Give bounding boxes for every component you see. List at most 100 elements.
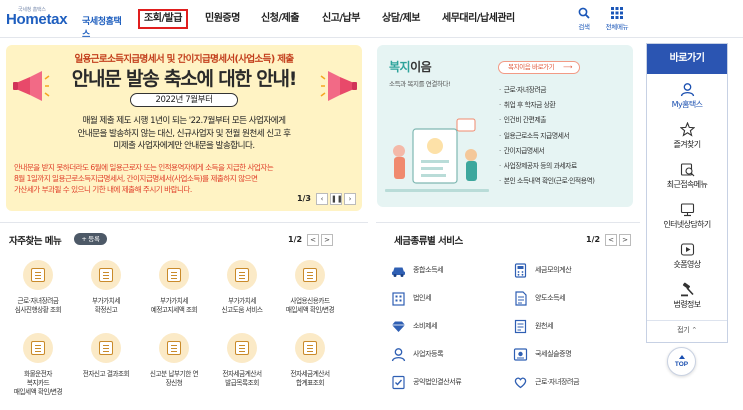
tax-service-item[interactable]: 원천세 [513, 318, 554, 334]
chevron-up-icon: ⌃ [691, 326, 697, 334]
tax-service-item[interactable]: 법인세 [391, 290, 432, 306]
tax-service-label: 법인세 [413, 294, 432, 302]
tax-service-item[interactable]: 국세실슬증명 [513, 346, 572, 362]
tax-service-item[interactable]: 양도소득세 [513, 290, 566, 306]
favorite-menu-item[interactable]: 전자세금계산서 발급목록조회 [208, 333, 276, 388]
favorite-menu-label: 전자세금계산서 발급목록조회 [222, 370, 262, 387]
quick-fold-button[interactable]: 접기 ⌃ [647, 320, 727, 338]
top-header: 국세청 홈택스 Hometax 국세청홈택스 조회/발급 민원증명 신청/제출 … [0, 0, 743, 40]
tax-services-next-button[interactable]: > [619, 233, 632, 246]
favorite-menu-label: 부가가치세 확정신고 [91, 297, 121, 314]
card-icon [295, 260, 325, 290]
favorite-menu-item[interactable]: 근로·자녀장려금 심사진행상황 조회 [4, 260, 72, 315]
quick-my-hometax-label: My홈택스 [671, 100, 703, 109]
banner-next-button[interactable]: › [344, 192, 356, 205]
tax-service-item[interactable]: 근로·자녀장려금 [513, 374, 580, 390]
search-icon [578, 7, 590, 19]
tax-type-services-section: 세금종류별 서비스 1/2 < > 종합소득세 세금모의계산 법인세 양도소득세… [376, 222, 640, 410]
nav-tax-agent[interactable]: 세무대리/납세관리 [442, 9, 515, 29]
welfare-link-item[interactable]: 인건비 간편제출 [499, 113, 595, 128]
banner-note: 안내문을 받지 못하더라도 6월에 일용근로자 또는 인적용역자에게 소득을 지… [14, 162, 354, 195]
favorite-menu-label: 부가가치세 신고도움 서비스 [221, 297, 263, 314]
favorite-menu-label: 부가가치세 예정고지세액 조회 [150, 297, 198, 314]
tax-service-item[interactable]: 공익법인결산서류 [391, 374, 462, 390]
tax-services-title: 세금종류별 서비스 [394, 236, 463, 247]
banner-note-line: 8월 1일까지 일용근로소득지급명세서, 간이지급명세서(사업소득)를 제출하지… [14, 174, 258, 183]
scroll-top-button[interactable]: TOP [667, 347, 696, 376]
quick-online-consult[interactable]: 인터넷상담하기 [647, 198, 727, 238]
welfare-shortcut-button[interactable]: 복지이음 바로가기 ⟶ [498, 61, 580, 74]
welfare-link-item[interactable]: 취업 후 학자금 상환 [499, 98, 595, 113]
quick-legal-info[interactable]: 법령정보 [647, 278, 727, 318]
document-icon [91, 333, 121, 363]
quick-favorites[interactable]: 즐겨찾기 [647, 118, 727, 158]
banner-body-line: 매월 제출 제도 시행 1년이 되는 '22.7월부터 모든 사업자에게 [82, 116, 287, 126]
welfare-link-item[interactable]: 일용근로소득 지급명세서 [499, 129, 595, 144]
heart-hand-icon [514, 377, 527, 388]
tax-service-label: 양도소득세 [535, 294, 566, 302]
welfare-link-item[interactable]: 간이지급명세서 [499, 144, 595, 159]
tax-services-pager: 1/2 < > [586, 233, 632, 246]
welfare-link-item[interactable]: 본인 소득내역 확인(근로·인적용역) [499, 174, 595, 189]
notice-banner[interactable]: 일용근로소득지급명세서 및 간이지급명세서(사업소득) 제출 안내문 발송 축소… [6, 45, 362, 211]
recent-search-icon [680, 163, 695, 177]
document-icon [227, 260, 257, 290]
quick-online-consult-label: 인터넷상담하기 [663, 220, 711, 229]
favorites-next-button[interactable]: > [321, 233, 334, 246]
banner-date: 2022년 7월부터 [130, 93, 238, 107]
welfare-link-item[interactable]: 사업장제공자 등의 과세자료 [499, 159, 595, 174]
quick-recent-menu[interactable]: 최근접속메뉴 [647, 158, 727, 198]
tax-services-prev-button[interactable]: < [605, 233, 618, 246]
favorite-menus-section: 자주찾는 메뉴 + 등록 1/2 < > 근로·자녀장려금 심사진행상황 조회 … [0, 222, 368, 410]
quick-shortform-video-label: 숏폼영상 [673, 260, 701, 269]
calendar-icon [159, 333, 189, 363]
nav-civil-certificates[interactable]: 민원증명 [205, 9, 240, 29]
favorite-menu-item[interactable]: 전자세금계산서 합계표조회 [276, 333, 344, 388]
favorite-menu-item[interactable]: 사업용신용카드 매입세액 확인/변경 [276, 260, 344, 315]
all-menu-button[interactable]: 전체메뉴 [600, 4, 634, 34]
hometax-logo[interactable]: 국세청 홈택스 Hometax 국세청홈택스 [6, 6, 128, 40]
tax-services-page-indicator: 1/2 [586, 235, 601, 244]
quick-my-hometax[interactable]: My홈택스 [647, 78, 727, 118]
favorite-menu-label: 신고분 납부기한 연 장신청 [149, 370, 199, 387]
favorite-menu-item[interactable]: 부가가치세 신고도움 서비스 [208, 260, 276, 315]
favorites-register-button[interactable]: + 등록 [74, 233, 107, 245]
quick-links-panel: 바로가기 My홈택스 즐겨찾기 최근접속메뉴 인터넷상담하기 숏폼영상 법령정보… [646, 43, 728, 343]
welfare-shortcut-label: 복지이음 바로가기 [508, 63, 555, 71]
tax-service-item[interactable]: 종합소득세 [391, 262, 444, 278]
search-label: 검색 [578, 23, 590, 31]
tax-service-item[interactable]: 세금모의계산 [513, 262, 572, 278]
car-icon [392, 267, 405, 277]
nav-filing-payment[interactable]: 신고/납부 [322, 9, 360, 29]
grid-menu-icon [611, 7, 623, 19]
welfare-illustration [385, 118, 489, 192]
search-button[interactable]: 검색 [567, 4, 601, 34]
tax-service-item[interactable]: 소비제세 [391, 318, 438, 334]
welfare-link-item[interactable]: 근로·자녀장려금 [499, 83, 595, 98]
banner-note-line: 안내문을 받지 못하더라도 6월에 일용근로자 또는 인적용역자에게 소득을 지… [14, 163, 274, 172]
document-icon [227, 333, 257, 363]
scroll-top-label: TOP [674, 361, 689, 368]
document-icon [23, 260, 53, 290]
quick-shortform-video[interactable]: 숏폼영상 [647, 238, 727, 278]
certificate-icon [513, 347, 528, 361]
nav-application-submission[interactable]: 신청/제출 [261, 9, 299, 29]
favorite-menu-item[interactable]: 부가가치세 예정고지세액 조회 [140, 260, 208, 315]
nav-consultation-report[interactable]: 상담/제보 [382, 9, 420, 29]
nav-inquiry-issuance[interactable]: 조회/발급 [138, 9, 188, 29]
banner-pause-button[interactable]: ❚❚ [330, 192, 343, 205]
favorite-menu-item[interactable]: 부가가치세 확정신고 [72, 260, 140, 315]
tax-service-item[interactable]: 사업자등록 [391, 346, 444, 362]
favorite-menu-item[interactable]: 전자신고 결과조회 [72, 333, 140, 379]
favorites-prev-button[interactable]: < [307, 233, 320, 246]
banner-prev-button[interactable]: ‹ [316, 192, 328, 205]
tax-service-label: 세금모의계산 [535, 266, 572, 274]
banner-pager: 1/3 ‹ ❚❚ › [297, 192, 356, 205]
favorite-menu-item[interactable]: 신고분 납부기한 연 장신청 [140, 333, 208, 388]
favorites-page-indicator: 1/2 [288, 235, 303, 244]
tax-service-label: 국세실슬증명 [535, 350, 572, 358]
user-icon [391, 347, 406, 361]
tax-service-label: 공익법인결산서류 [413, 378, 462, 386]
tax-service-label: 사업자등록 [413, 350, 444, 358]
favorite-menu-item[interactable]: 화물운전자 복지카드 매입세액 확인/변경 [4, 333, 72, 396]
